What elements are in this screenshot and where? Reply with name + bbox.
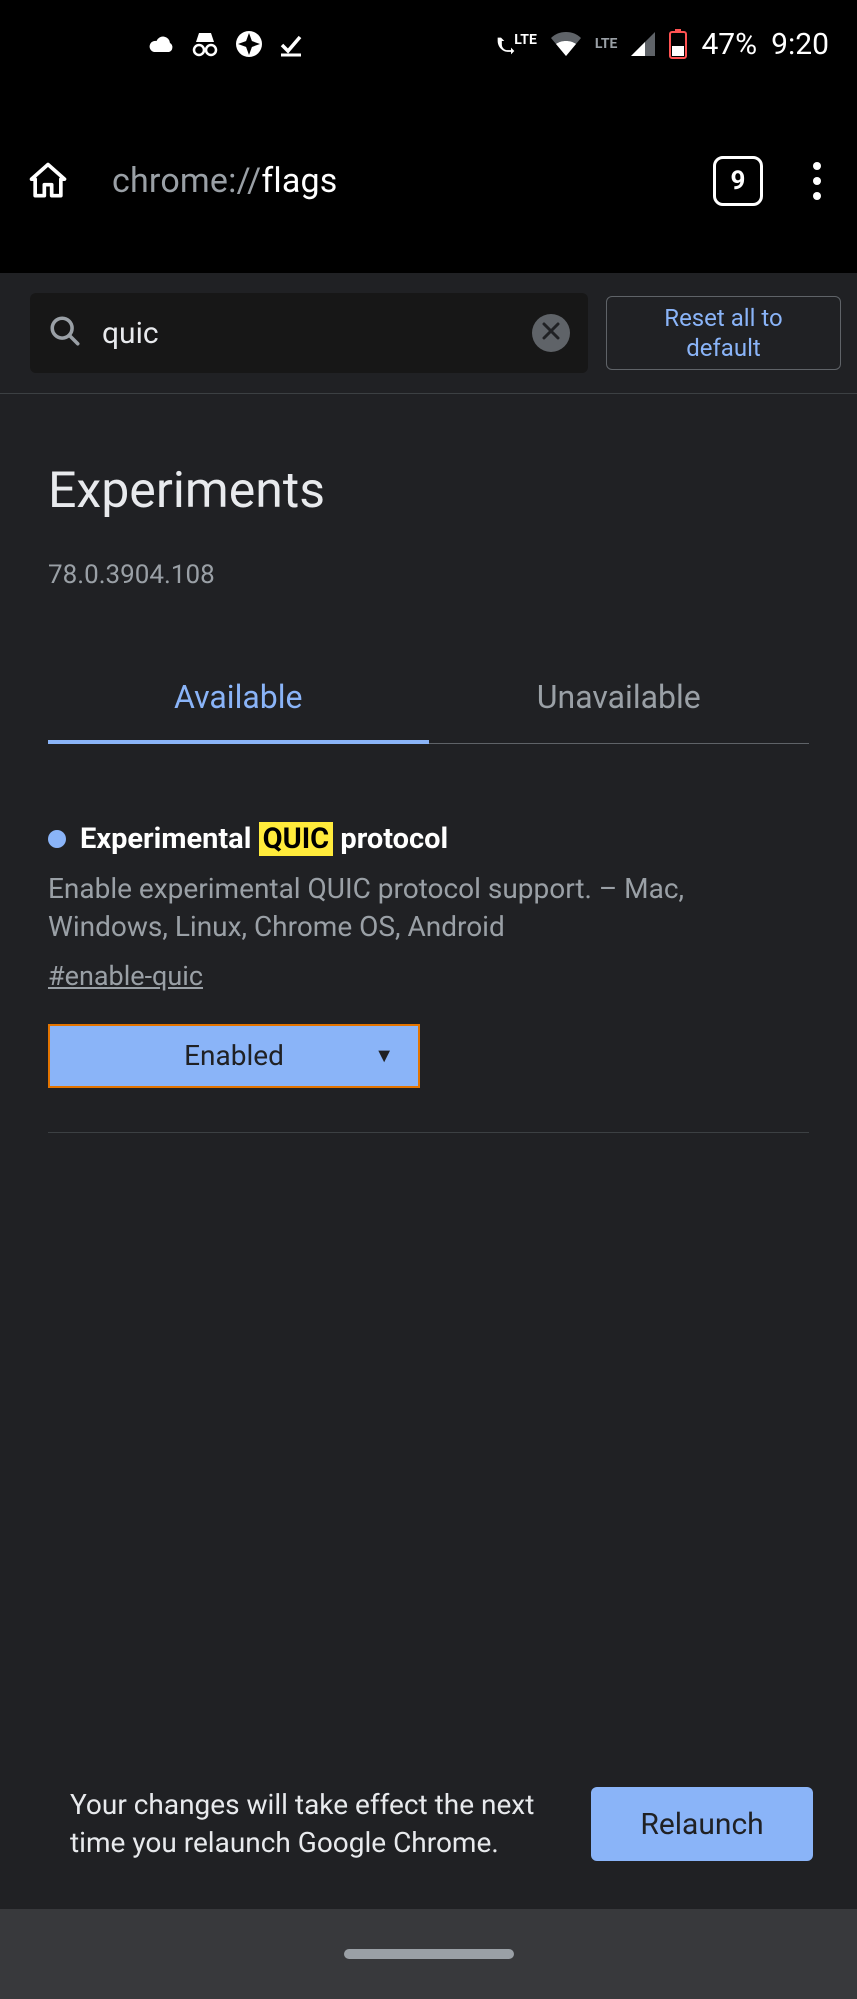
- clock: 9:20: [771, 27, 829, 62]
- experiment-title: Experimental QUIC protocol: [48, 822, 809, 856]
- reset-line2: default: [686, 334, 761, 362]
- home-button[interactable]: [22, 155, 74, 207]
- page-body: Reset all todefault Experiments 78.0.390…: [0, 273, 857, 1999]
- status-left: [28, 29, 304, 59]
- volte-icon: LTE: [496, 32, 537, 56]
- relaunch-button[interactable]: Relaunch: [591, 1787, 813, 1861]
- search-input[interactable]: [102, 316, 512, 351]
- content: Experiments 78.0.3904.108 Available Unav…: [0, 394, 857, 1133]
- tab-count: 9: [731, 166, 746, 196]
- status-bar: LTE LTE 47% 9:20: [0, 0, 857, 88]
- title-pre: Experimental: [80, 822, 259, 856]
- incognito-icon: [190, 30, 220, 58]
- browser-toolbar: chrome://flags 9: [0, 88, 857, 273]
- reset-all-button[interactable]: Reset all todefault: [606, 296, 841, 370]
- search-box: [30, 293, 588, 373]
- page-title: Experiments: [48, 462, 809, 520]
- cloud-icon: [148, 34, 176, 54]
- compass-icon: [234, 29, 264, 59]
- version-text: 78.0.3904.108: [48, 560, 809, 590]
- lte-label-1: LTE: [514, 32, 537, 48]
- battery-percent: 47%: [701, 27, 757, 62]
- tab-switcher-button[interactable]: 9: [713, 156, 763, 206]
- tab-unavailable[interactable]: Unavailable: [429, 660, 810, 743]
- experiment-item: Experimental QUIC protocol Enable experi…: [48, 822, 809, 1133]
- url-prefix: chrome://: [112, 161, 261, 201]
- experiment-state-select[interactable]: Enabled ▼: [48, 1024, 420, 1088]
- download-done-icon: [278, 31, 304, 57]
- select-value: Enabled: [184, 1039, 284, 1072]
- url-bar[interactable]: chrome://flags: [100, 161, 687, 201]
- search-row: Reset all todefault: [0, 273, 857, 394]
- chevron-down-icon: ▼: [374, 1043, 394, 1068]
- wifi-icon: [551, 32, 581, 56]
- status-right: LTE LTE 47% 9:20: [496, 27, 829, 62]
- signal-icon: [631, 32, 655, 56]
- relaunch-bar: Your changes will take effect the next t…: [0, 1746, 857, 1909]
- more-menu-button[interactable]: [799, 162, 835, 200]
- tabs: Available Unavailable: [48, 660, 809, 744]
- system-nav-bar: [0, 1909, 857, 1999]
- clear-search-button[interactable]: [532, 314, 570, 352]
- nav-pill[interactable]: [344, 1949, 514, 1959]
- title-post: protocol: [333, 822, 448, 856]
- modified-dot-icon: [48, 830, 66, 848]
- battery-icon: [669, 29, 687, 59]
- relaunch-message: Your changes will take effect the next t…: [70, 1786, 551, 1863]
- reset-line1: Reset all to: [664, 304, 782, 332]
- search-icon: [48, 314, 82, 352]
- close-icon: [542, 322, 560, 345]
- url-path: flags: [261, 161, 337, 201]
- experiment-anchor-link[interactable]: #enable-quic: [48, 960, 203, 992]
- experiment-description: Enable experimental QUIC protocol suppor…: [48, 870, 809, 946]
- title-highlight: QUIC: [259, 822, 334, 856]
- lte-label-2: LTE: [595, 36, 618, 52]
- tab-available[interactable]: Available: [48, 660, 429, 744]
